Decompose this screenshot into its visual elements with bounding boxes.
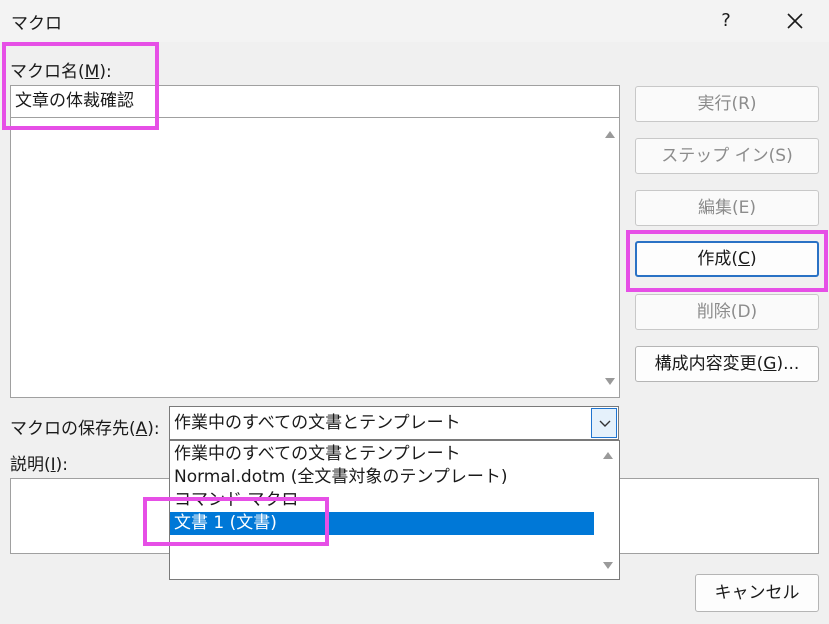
title-bar: マクロ ?: [0, 0, 829, 42]
macro-name-input[interactable]: 文章の体裁確認: [10, 85, 620, 118]
save-in-dropdown-list[interactable]: 作業中のすべての文書とテンプレート Normal.dotm (全文書対象のテンプ…: [169, 440, 620, 580]
description-label: 説明(I):: [10, 450, 68, 475]
cancel-button[interactable]: キャンセル: [695, 574, 819, 612]
dropdown-option-document1[interactable]: 文書 1 (文書): [170, 512, 594, 535]
dropdown-scroll-up-icon[interactable]: [603, 452, 613, 459]
macro-name-accesskey: M: [84, 62, 100, 82]
create-button-label: 作成(: [697, 249, 739, 269]
organizer-button-accesskey: G: [763, 354, 777, 374]
edit-button[interactable]: 編集(E): [635, 190, 819, 226]
create-button-accesskey: C: [738, 249, 750, 269]
scroll-up-icon[interactable]: [605, 131, 615, 138]
save-in-select[interactable]: 作業中のすべての文書とテンプレート: [169, 406, 619, 440]
macro-list[interactable]: [10, 118, 620, 398]
dropdown-option-command-macros[interactable]: コマンド マクロ: [170, 489, 594, 512]
delete-button[interactable]: 削除(D): [635, 294, 819, 330]
save-in-label-text: マクロの保存先(: [10, 419, 136, 439]
save-in-label: マクロの保存先(A):: [10, 414, 160, 439]
dropdown-scroll-down-icon[interactable]: [603, 562, 613, 569]
macro-name-label-suffix: ):: [99, 62, 112, 82]
organizer-button[interactable]: 構成内容変更(G)...: [635, 346, 819, 382]
close-button[interactable]: [779, 6, 811, 36]
save-in-label-suffix: ):: [147, 419, 160, 439]
save-in-dropdown-button[interactable]: [591, 408, 617, 438]
dropdown-scrollbar[interactable]: [597, 441, 619, 579]
dropdown-option-all[interactable]: 作業中のすべての文書とテンプレート: [170, 443, 594, 466]
help-button[interactable]: ?: [712, 7, 740, 35]
dropdown-option-normal[interactable]: Normal.dotm (全文書対象のテンプレート): [170, 466, 594, 489]
create-button-suffix: ): [749, 249, 757, 269]
save-in-accesskey: A: [135, 419, 148, 439]
save-in-value: 作業中のすべての文書とテンプレート: [174, 413, 461, 433]
organizer-button-suffix: )...: [776, 354, 800, 374]
window-title: マクロ: [11, 14, 62, 34]
description-label-text: 説明(: [10, 455, 51, 475]
macro-list-scrollbar[interactable]: [601, 118, 619, 397]
run-button[interactable]: 実行(R): [635, 86, 819, 122]
scroll-down-icon[interactable]: [605, 378, 615, 385]
create-button[interactable]: 作成(C): [635, 241, 819, 277]
close-icon: [787, 13, 803, 29]
description-label-suffix: ):: [55, 455, 69, 475]
macro-name-label: マクロ名(M):: [10, 57, 112, 82]
organizer-button-label: 構成内容変更(: [654, 354, 764, 374]
step-in-button[interactable]: ステップ イン(S): [635, 138, 819, 174]
chevron-down-icon: [599, 420, 611, 427]
macro-name-label-text: マクロ名(: [10, 62, 85, 82]
